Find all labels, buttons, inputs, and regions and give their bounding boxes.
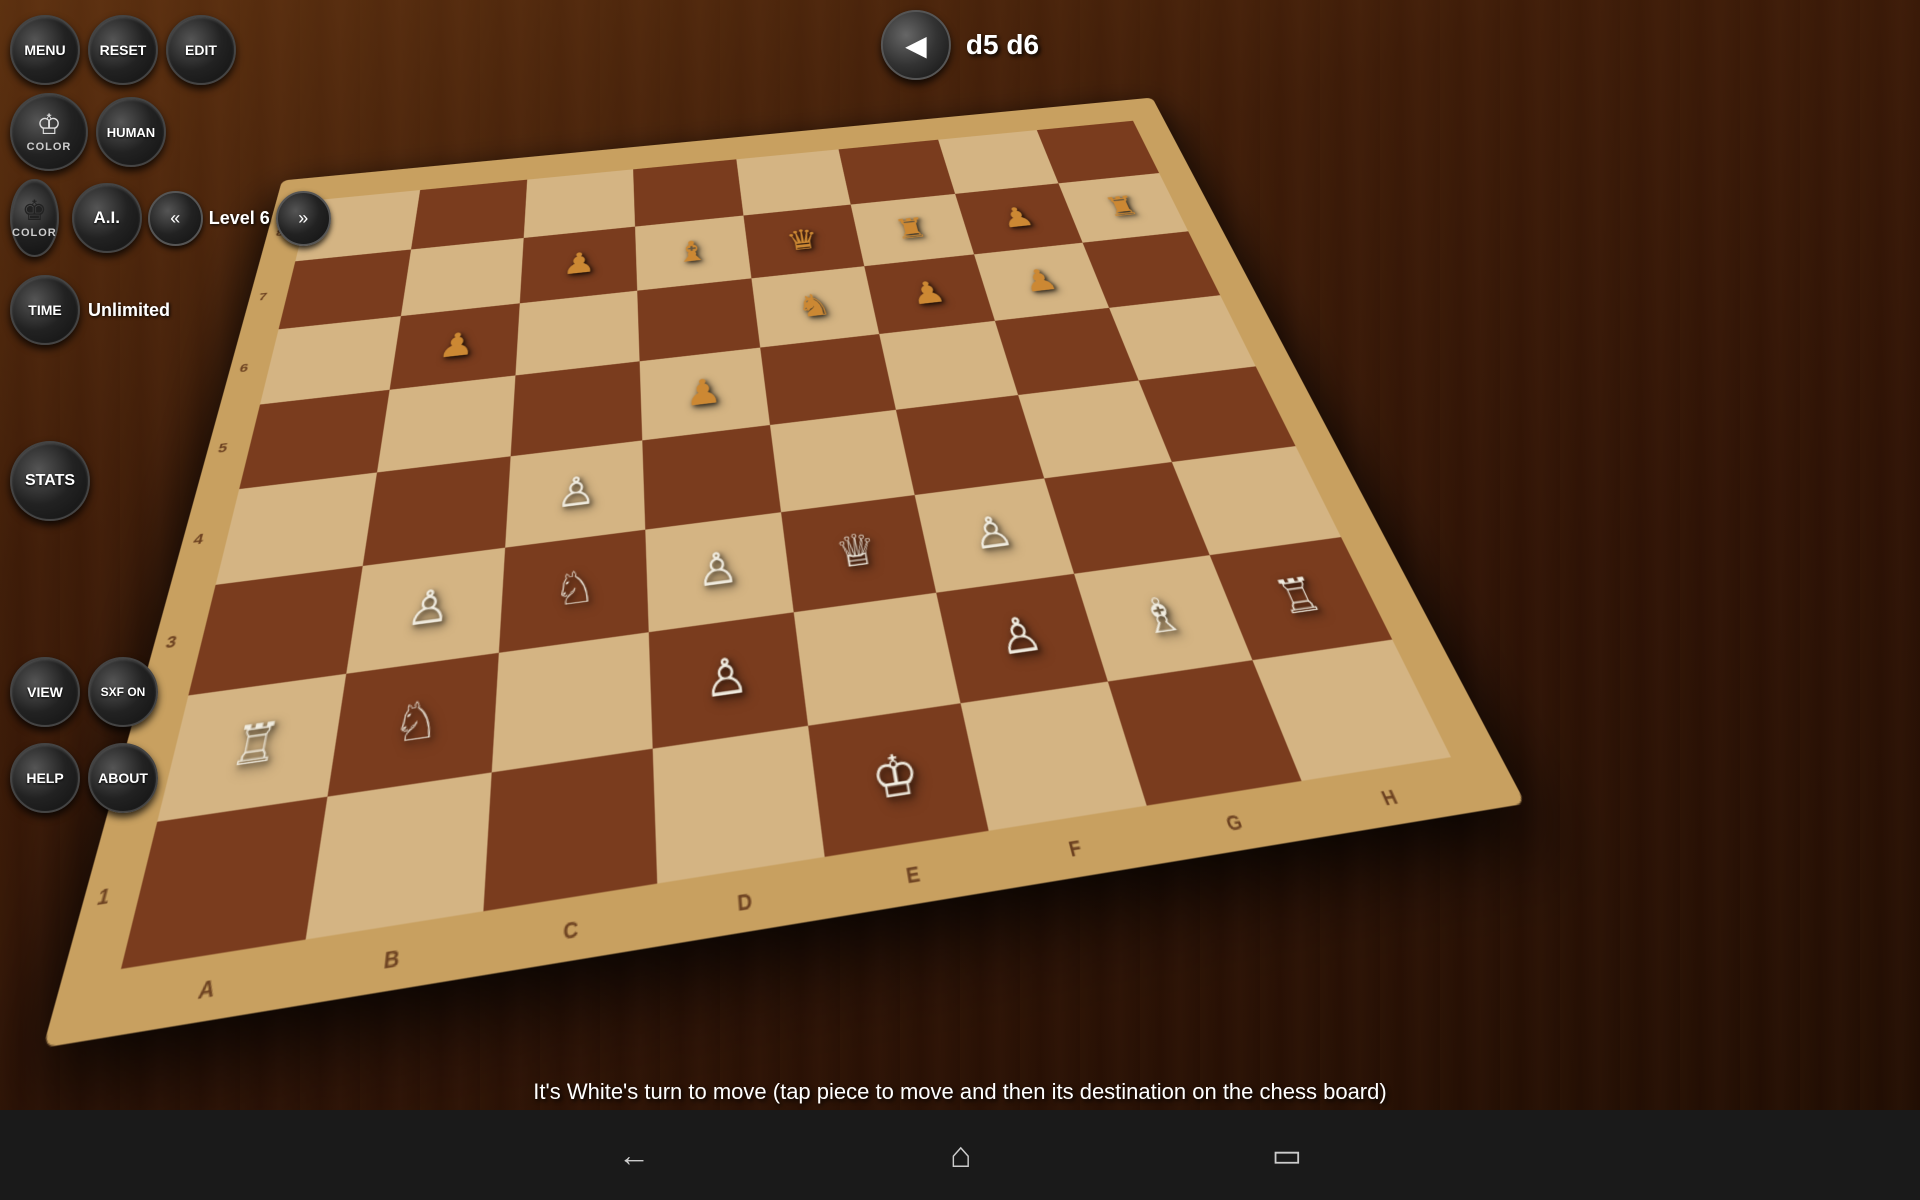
stats-button[interactable]: STATS [10,441,90,521]
cell-1-3[interactable]: ♝ [635,216,752,291]
time-button[interactable]: TIME [10,275,80,345]
ai-controls: A.I. « Level 6 » [72,183,331,253]
status-message: It's White's turn to move (tap piece to … [0,1079,1920,1105]
nav-home-button[interactable]: ⌂ [950,1134,972,1176]
coord-h: H [1378,786,1402,812]
view-row: VIEW SXF ON [10,657,190,727]
black-piece-3-3[interactable]: ♟ [639,347,770,440]
black-piece-1-7[interactable]: ♜ [1058,173,1188,242]
stats-row: STATS [10,441,190,521]
black-piece-2-1[interactable]: ♟ [389,303,520,390]
cell-7-1[interactable] [305,772,492,940]
cell-2-4[interactable]: ♞ [751,266,878,347]
edit-button[interactable]: EDIT [166,15,236,85]
white-piece-7-4[interactable]: ♔ [808,703,988,857]
human-button[interactable]: HUMAN [96,97,166,167]
coord-6: 6 [238,361,250,375]
coord-e: E [904,862,921,890]
status-bar: ◀ d5 d6 [881,10,1039,80]
color2-label: COLOR [12,227,57,239]
back-button[interactable]: ◀ [881,10,951,80]
cell-2-5[interactable]: ♟ [864,254,995,334]
coord-7: 7 [257,290,268,303]
prev-level-button[interactable]: « [148,191,203,246]
coord-d: D [737,889,754,918]
cell-7-3[interactable] [652,725,825,883]
black-piece-2-5[interactable]: ♟ [864,254,995,334]
white-piece-6-3[interactable]: ♙ [648,612,808,749]
cell-2-1[interactable]: ♟ [389,303,520,390]
help-row: HELP ABOUT [10,743,190,813]
coord-5: 5 [216,441,229,457]
coord-f: F [1066,836,1084,863]
time-row: TIME Unlimited [10,275,190,345]
view-button[interactable]: VIEW [10,657,80,727]
cell-5-4[interactable]: ♕ [781,495,935,611]
cell-6-1[interactable]: ♘ [327,652,499,796]
reset-button[interactable]: RESET [88,15,158,85]
back-arrow-icon: ◀ [905,29,927,62]
cell-1-2[interactable]: ♟ [520,227,637,303]
about-button[interactable]: ABOUT [88,743,158,813]
color1-button[interactable]: ♔ COLOR [10,93,88,171]
coord-b: B [382,945,400,975]
black-piece-2-4[interactable]: ♞ [751,266,878,347]
nav-recent-button[interactable]: ▭ [1272,1136,1302,1174]
sidebar: MENU RESET EDIT ♔ COLOR HUMAN ♚ COLOR A.… [0,0,200,860]
white-piece-5-2[interactable]: ♘ [499,530,648,652]
coord-a: A [196,974,218,1005]
cell-6-4[interactable] [794,592,960,725]
white-king-icon: ♔ [36,111,61,139]
color1-label: COLOR [27,141,72,153]
black-piece-1-2[interactable]: ♟ [520,227,637,303]
cell-7-2[interactable] [483,748,656,911]
nav-back-button[interactable]: ← [618,1137,650,1174]
level-label: Level 6 [209,208,270,229]
time-value: Unlimited [88,300,170,321]
next-level-button[interactable]: » [276,191,331,246]
color2-row: ♚ COLOR A.I. « Level 6 » [10,179,190,257]
color1-row: ♔ COLOR HUMAN [10,93,190,171]
ai-button[interactable]: A.I. [72,183,142,253]
black-king-icon: ♚ [22,197,47,225]
cell-6-3[interactable]: ♙ [648,612,808,749]
sxf-button[interactable]: SXF ON [88,657,158,727]
coord-g: G [1223,810,1246,836]
white-piece-6-1[interactable]: ♘ [327,652,499,796]
navigation-bar: ← ⌂ ▭ [0,1110,1920,1200]
coord-c: C [563,916,578,946]
cell-1-7[interactable]: ♜ [1058,173,1188,242]
cell-5-2[interactable]: ♘ [499,530,648,652]
menu-button[interactable]: MENU [10,15,80,85]
cell-7-4[interactable]: ♔ [808,703,988,857]
coord-1: 1 [94,884,113,912]
help-button[interactable]: HELP [10,743,80,813]
top-button-row: MENU RESET EDIT [10,15,190,85]
move-notation: d5 d6 [966,29,1039,61]
board-container: 8 7 6 5 4 3 2 1 ♟♝♛♜♟♜♟♞♟♟♟♙♙♘♙♕♙♖♘♙♙♗♖♔… [170,0,1470,890]
white-piece-5-4[interactable]: ♕ [781,495,935,611]
cell-3-3[interactable]: ♟ [639,347,770,440]
black-piece-1-3[interactable]: ♝ [635,216,752,291]
color2-button[interactable]: ♚ COLOR [10,179,59,257]
